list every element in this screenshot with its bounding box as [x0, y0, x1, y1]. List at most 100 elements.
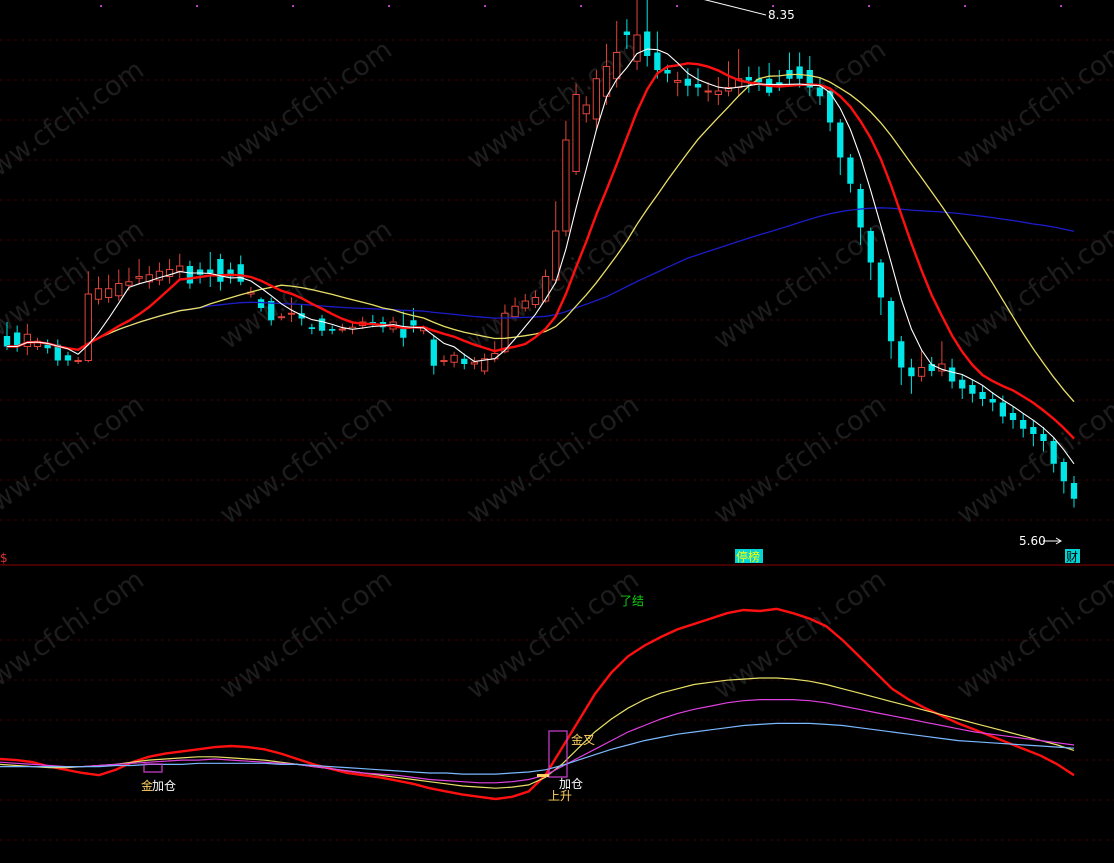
- candle-body-99: [1009, 413, 1017, 420]
- top-tick-3: [388, 5, 390, 7]
- candle-body-4: [44, 344, 51, 349]
- candle-body-93: [948, 367, 956, 382]
- candle-body-19: [196, 269, 204, 275]
- top-tick-8: [868, 5, 870, 7]
- candle-body-51: [521, 300, 529, 309]
- candle-body-0: [3, 336, 11, 347]
- candle-body-82: [837, 122, 844, 158]
- candle-body-70: [714, 90, 722, 95]
- candle-body-83: [847, 157, 854, 184]
- candle-body-32: [329, 329, 336, 331]
- candle-body-7: [74, 360, 82, 362]
- ann-jiacang-left: 加仓: [152, 779, 176, 793]
- candle-body-69: [704, 90, 712, 93]
- candle-body-18: [186, 266, 194, 284]
- candle-body-61: [623, 31, 631, 35]
- candle-body-66: [674, 80, 682, 83]
- candle-body-46: [470, 361, 479, 365]
- candle-body-55: [562, 139, 570, 232]
- candle-body-49: [501, 312, 509, 353]
- candle-body-13: [135, 276, 143, 279]
- top-tick-10: [1060, 5, 1062, 7]
- candle-body-54: [552, 230, 560, 281]
- ann-shangsheng: 上升: [548, 789, 572, 803]
- low-price-label: 5.60: [1019, 534, 1046, 548]
- candle-body-80: [816, 87, 824, 97]
- candle-body-98: [999, 402, 1007, 417]
- candle-body-101: [1030, 427, 1037, 434]
- candle-body-58: [592, 78, 601, 120]
- candle-body-63: [644, 31, 651, 56]
- candle-body-87: [887, 301, 895, 342]
- candle-body-103: [1050, 441, 1057, 464]
- candle-body-64: [654, 52, 661, 70]
- candle-body-102: [1040, 434, 1047, 441]
- candle-body-45: [461, 358, 468, 364]
- candle-body-50: [511, 305, 519, 318]
- candle-body-97: [989, 399, 996, 403]
- candle-body-44: [450, 354, 458, 363]
- limit-tag: 停榜: [736, 549, 760, 564]
- candle-body-100: [1020, 420, 1027, 429]
- candle-body-43: [440, 360, 448, 362]
- top-tick-1: [196, 5, 198, 7]
- candle-body-23: [237, 264, 244, 282]
- candle-body-94: [959, 379, 966, 389]
- candle-body-39: [400, 329, 407, 338]
- candle-body-40: [410, 320, 417, 326]
- candle-body-33: [338, 328, 346, 331]
- top-tick-2: [292, 5, 294, 7]
- candle-body-9: [94, 288, 103, 300]
- candle-body-21: [217, 259, 224, 282]
- candle-body-78: [796, 66, 803, 79]
- candle-body-25: [257, 299, 265, 308]
- finance-tag: 财: [1066, 550, 1078, 564]
- top-tick-6: [676, 5, 678, 7]
- candle-body-2: [23, 333, 31, 347]
- candle-body-90: [917, 367, 926, 377]
- top-tick-7: [772, 5, 774, 7]
- left-tag: $: [0, 551, 8, 565]
- candle-body-73: [745, 77, 752, 81]
- candle-body-28: [287, 312, 296, 315]
- candle-body-68: [694, 84, 702, 88]
- top-tick-4: [484, 5, 486, 7]
- candle-body-96: [979, 392, 986, 399]
- candle-body-17: [176, 265, 184, 272]
- candle-body-67: [684, 78, 691, 86]
- high-price-label: 8.35: [768, 8, 795, 22]
- ann-liaojie: 了结: [620, 594, 644, 608]
- candle-body-30: [308, 327, 316, 329]
- candle-body-12: [125, 281, 133, 286]
- candle-body-42: [430, 339, 437, 366]
- candle-body-48: [491, 353, 499, 360]
- candle-body-52: [531, 297, 540, 305]
- candle-body-8: [84, 293, 92, 361]
- candle-body-6: [64, 355, 72, 361]
- candle-body-56: [572, 94, 580, 172]
- candle-body-26: [268, 301, 275, 321]
- osc-signal-tick-mid: [537, 774, 549, 777]
- candle-body-89: [908, 367, 915, 377]
- candle-body-59: [602, 66, 611, 97]
- candle-body-95: [969, 385, 976, 394]
- candle-body-10: [104, 288, 113, 298]
- candle-body-88: [898, 341, 905, 368]
- stock-chart: www.cfchi.com www.cfchi.com www.cfchi.com w…: [0, 0, 1114, 863]
- candle-body-65: [664, 70, 671, 74]
- candle-body-27: [277, 316, 286, 319]
- chart-background: [0, 0, 1114, 863]
- candle-body-11: [115, 283, 123, 297]
- candle-body-31: [318, 318, 326, 331]
- candle-body-53: [541, 276, 550, 302]
- candle-body-85: [867, 231, 874, 263]
- candle-body-86: [877, 262, 885, 298]
- candle-body-105: [1070, 483, 1078, 499]
- candle-body-20: [207, 269, 214, 273]
- top-tick-5: [580, 5, 582, 7]
- candle-body-57: [582, 104, 590, 115]
- candle-body-104: [1060, 462, 1067, 482]
- top-tick-9: [964, 5, 966, 7]
- top-tick-0: [100, 5, 102, 7]
- candle-body-60: [613, 52, 621, 80]
